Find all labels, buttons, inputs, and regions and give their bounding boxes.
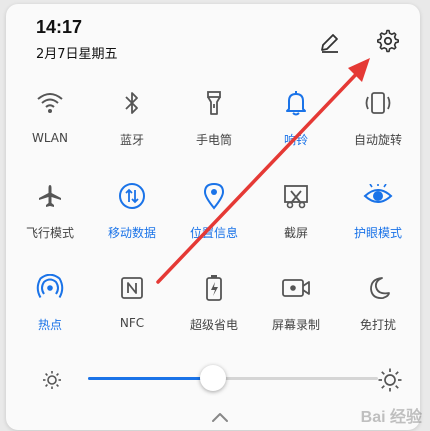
tile-label: 免打扰 <box>359 318 396 332</box>
clock-time: 14:17 <box>36 17 83 37</box>
tile-label: 热点 <box>37 318 62 332</box>
tile-label: 手电筒 <box>195 133 232 147</box>
tile-super-power-saving[interactable]: 超级省电 <box>173 264 255 344</box>
tile-hotspot[interactable]: 热点 <box>9 264 91 344</box>
tile-auto-rotate[interactable]: 自动旋转 <box>337 79 419 159</box>
tile-label: 飞行模式 <box>25 226 74 240</box>
tile-label: 超级省电 <box>189 318 238 332</box>
pencil-icon <box>321 34 338 53</box>
tile-label: 移动数据 <box>107 226 156 240</box>
tile-label: 屏幕录制 <box>271 318 320 332</box>
screen-record-icon <box>278 270 314 306</box>
tile-label: 蓝牙 <box>119 133 144 147</box>
tile-mobile-data[interactable]: 移动数据 <box>91 172 173 252</box>
brightness-low-icon <box>42 370 62 394</box>
tile-label: WLAN <box>31 131 68 145</box>
brightness-slider[interactable] <box>88 377 378 380</box>
tile-label: 自动旋转 <box>353 133 402 147</box>
brightness-slider-thumb[interactable] <box>199 365 226 391</box>
tile-label: 截屏 <box>283 226 308 240</box>
gear-icon <box>377 29 399 53</box>
moon-icon <box>360 270 396 306</box>
wifi-icon <box>32 85 68 121</box>
tile-nfc[interactable]: NFC <box>91 264 173 344</box>
quick-settings-panel: 14:17 2月7日星期五 WLAN 蓝牙 手电筒 响铃 自动旋转 飞行模式 移… <box>6 4 420 430</box>
nfc-icon <box>114 270 150 306</box>
rotate-icon <box>360 85 396 121</box>
bluetooth-icon <box>114 85 150 121</box>
airplane-icon <box>32 178 68 214</box>
eye-icon <box>360 178 396 214</box>
settings-button[interactable] <box>374 27 402 55</box>
tile-eye-comfort[interactable]: 护眼模式 <box>337 172 419 252</box>
tile-location[interactable]: 位置信息 <box>173 172 255 252</box>
clock-date: 2月7日星期五 <box>36 47 118 62</box>
tile-screen-record[interactable]: 屏幕录制 <box>255 264 337 344</box>
tile-ring[interactable]: 响铃 <box>255 79 337 159</box>
tile-bluetooth[interactable]: 蓝牙 <box>91 79 173 159</box>
screenshot-icon <box>278 178 314 214</box>
edit-button[interactable] <box>316 28 344 56</box>
tile-label: NFC <box>119 316 145 330</box>
tile-label: 响铃 <box>283 133 308 147</box>
location-icon <box>196 178 232 214</box>
chevron-up-icon <box>212 413 228 422</box>
hotspot-icon <box>32 270 68 306</box>
collapse-handle[interactable] <box>210 408 230 427</box>
tile-label: 护眼模式 <box>353 226 402 240</box>
bell-icon <box>278 85 314 121</box>
brightness-slider-fill <box>88 377 213 380</box>
flashlight-icon <box>196 85 232 121</box>
tile-wlan[interactable]: WLAN <box>9 79 91 159</box>
battery-saver-icon <box>196 270 232 306</box>
tile-do-not-disturb[interactable]: 免打扰 <box>337 264 419 344</box>
tile-airplane[interactable]: 飞行模式 <box>9 172 91 252</box>
tile-screenshot[interactable]: 截屏 <box>255 172 337 252</box>
mobile-data-icon <box>114 178 150 214</box>
tile-flashlight[interactable]: 手电筒 <box>173 79 255 159</box>
brightness-high-icon <box>378 368 402 396</box>
tile-label: 位置信息 <box>189 226 238 240</box>
